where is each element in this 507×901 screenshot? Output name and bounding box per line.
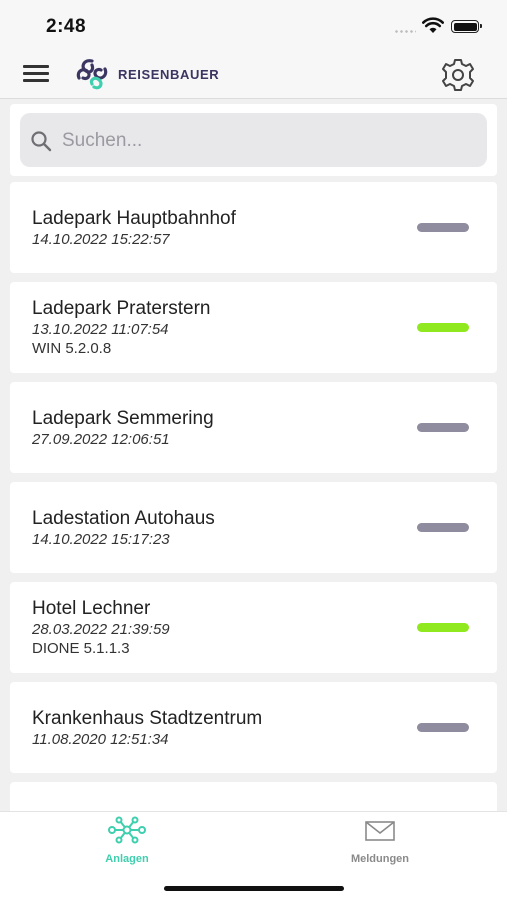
hamburger-icon [23, 65, 49, 68]
station-timestamp: 28.03.2022 21:39:59 [32, 621, 170, 638]
status-indicator [417, 523, 469, 532]
station-card[interactable]: Ladepark Semmering 27.09.2022 12:06:51 [10, 382, 497, 473]
network-icon [108, 816, 146, 844]
tab-anlagen[interactable]: Anlagen [67, 816, 187, 872]
navigation-bar: REISENBAUER [0, 50, 507, 99]
reisenbauer-logo-icon [76, 59, 108, 90]
status-time: 2:48 [46, 16, 87, 37]
search-bar[interactable] [20, 113, 487, 167]
station-card[interactable]: Krankenhaus Stadtzentrum 11.08.2020 12:5… [10, 682, 497, 773]
station-name: Krankenhaus Stadtzentrum [32, 708, 263, 729]
station-name: Ladestation Autohaus [32, 508, 215, 529]
station-name: Ladepark Hauptbahnhof [32, 208, 236, 229]
station-name: Ladepark Semmering [32, 408, 214, 429]
battery-icon [451, 20, 482, 33]
status-indicator [417, 423, 469, 432]
gear-icon [442, 59, 474, 91]
station-timestamp: 14.10.2022 15:22:57 [32, 231, 170, 248]
search-input[interactable] [60, 123, 464, 159]
station-timestamp: 11.08.2020 12:51:34 [32, 731, 169, 748]
station-card[interactable]: Hotel Lechner 28.03.2022 21:39:59 DIONE … [10, 582, 497, 673]
status-bar: 2:48 [0, 0, 507, 50]
wifi-icon [422, 17, 444, 39]
status-indicator [417, 623, 469, 632]
station-timestamp: 14.10.2022 15:17:23 [32, 531, 170, 548]
brand-name: REISENBAUER [118, 66, 220, 82]
station-timestamp: 13.10.2022 11:07:54 [32, 321, 169, 338]
mail-icon [365, 821, 395, 841]
home-indicator [164, 886, 344, 891]
station-card[interactable]: Ladestation Autohaus 14.10.2022 15:17:23 [10, 482, 497, 573]
brand-logo: REISENBAUER [72, 56, 219, 92]
station-card[interactable]: Ladepark Praterstern 13.10.2022 11:07:54… [10, 282, 497, 373]
status-indicator [417, 723, 469, 732]
station-card[interactable]: Ladepark Hauptbahnhof 14.10.2022 15:22:5… [10, 182, 497, 273]
station-name: Ladepark Praterstern [32, 298, 211, 319]
tab-bar: Anlagen Meldungen [0, 811, 507, 901]
tab-label: Meldungen [350, 853, 410, 865]
search-icon [31, 131, 52, 152]
station-name: Hotel Lechner [32, 598, 151, 619]
station-version: WIN 5.2.0.8 [32, 340, 112, 357]
settings-button[interactable] [438, 58, 478, 92]
menu-button[interactable] [20, 62, 54, 86]
tab-meldungen[interactable]: Meldungen [320, 816, 440, 872]
station-timestamp: 27.09.2022 12:06:51 [32, 431, 170, 448]
status-indicator [417, 323, 469, 332]
search-container [10, 104, 497, 176]
status-indicator [417, 223, 469, 232]
cellular-signal-icon [394, 30, 416, 33]
station-version: DIONE 5.1.1.3 [32, 640, 130, 657]
tab-label: Anlagen [105, 853, 149, 865]
